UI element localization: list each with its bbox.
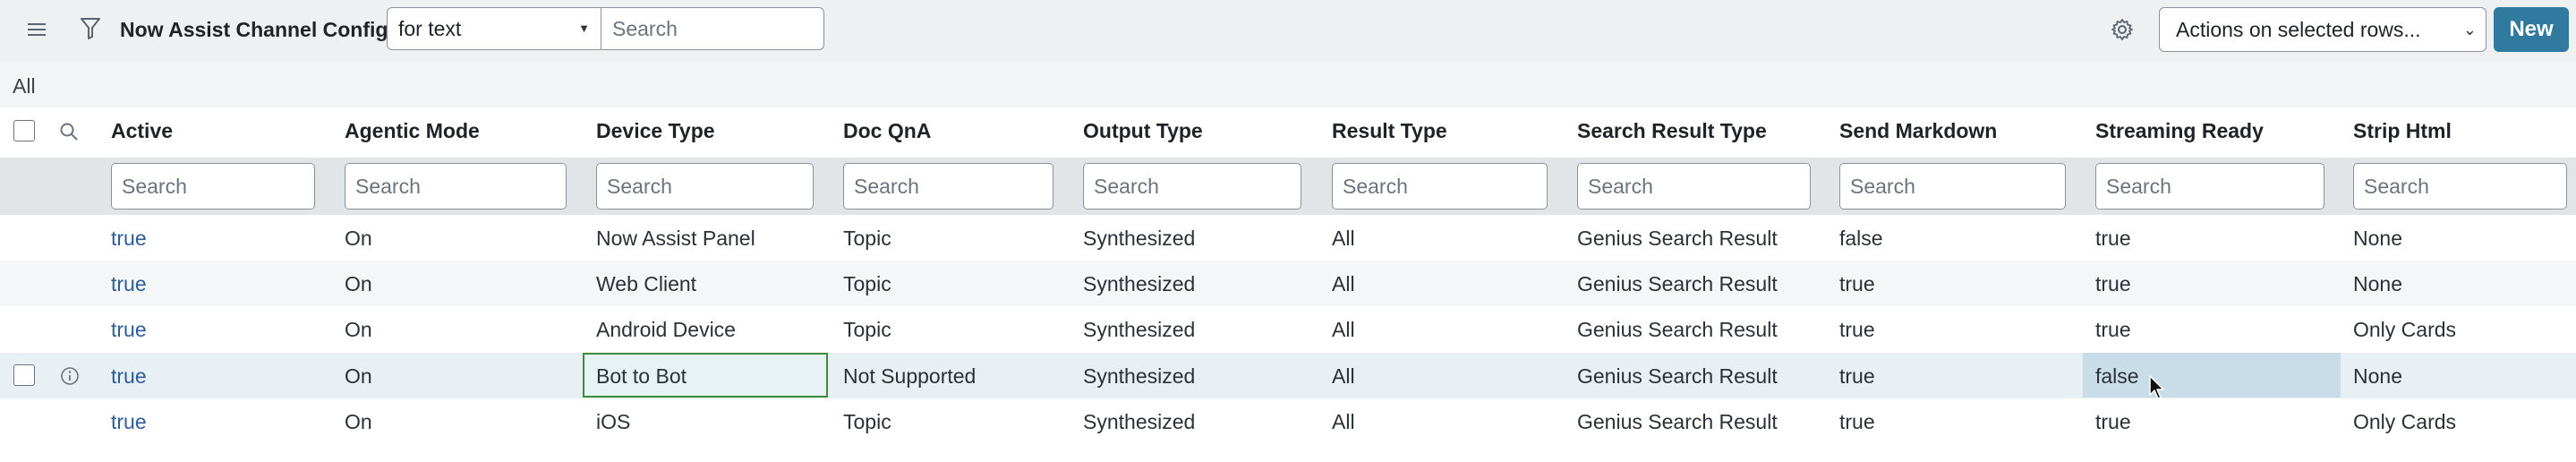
send-markdown-cell[interactable]: true	[1839, 316, 1875, 343]
chevron-down-icon: ⌄	[2462, 21, 2477, 38]
output-type-search-input[interactable]	[1083, 163, 1301, 210]
streaming-ready-cell[interactable]: false	[2095, 363, 2139, 389]
agentic-mode-cell[interactable]: On	[345, 225, 372, 252]
output-type-cell[interactable]: Synthesized	[1083, 316, 1195, 343]
table-row	[0, 306, 2576, 352]
doc-qna-cell[interactable]: Topic	[843, 225, 891, 252]
doc-qna-cell[interactable]: Topic	[843, 408, 891, 435]
new-button[interactable]: New	[2494, 7, 2569, 52]
column-header-send-markdown[interactable]: Send Markdown	[1839, 117, 1997, 144]
send-markdown-cell[interactable]: true	[1839, 408, 1875, 435]
active-cell[interactable]: true	[111, 270, 147, 297]
mouse-cursor-icon	[2148, 374, 2166, 401]
search-result-type-cell[interactable]: Genius Search Result	[1577, 225, 1778, 252]
doc-qna-cell[interactable]: Not Supported	[843, 363, 976, 389]
column-header-strip-html[interactable]: Strip Html	[2353, 117, 2452, 144]
column-header-result-type[interactable]: Result Type	[1332, 117, 1447, 144]
select-all-checkbox[interactable]	[13, 120, 35, 141]
streaming-ready-cell[interactable]: true	[2095, 408, 2131, 435]
streaming-ready-cell[interactable]: true	[2095, 225, 2131, 252]
result-type-search-input[interactable]	[1332, 163, 1548, 210]
streaming-ready-cell[interactable]: true	[2095, 316, 2131, 343]
column-header-search-result-type[interactable]: Search Result Type	[1577, 117, 1767, 144]
actions-select-label: Actions on selected rows...	[2176, 18, 2421, 41]
active-cell[interactable]: true	[111, 225, 147, 252]
info-icon[interactable]	[59, 365, 81, 387]
actions-on-selected-rows-select[interactable]: Actions on selected rows... ⌄	[2159, 7, 2486, 52]
search-field-value: for text	[398, 17, 462, 40]
strip-html-cell[interactable]: None	[2353, 225, 2402, 252]
column-header-streaming-ready[interactable]: Streaming Ready	[2095, 117, 2264, 144]
output-type-cell[interactable]: Synthesized	[1083, 408, 1195, 435]
send-markdown-cell[interactable]: true	[1839, 270, 1875, 297]
strip-html-search-input[interactable]	[2353, 163, 2567, 210]
breadcrumb-bar	[0, 63, 2576, 107]
search-field-select[interactable]: for text ▼	[387, 7, 601, 50]
device-type-cell[interactable]: Now Assist Panel	[596, 225, 755, 252]
list-search-input[interactable]	[601, 7, 824, 50]
gear-icon[interactable]	[2109, 16, 2136, 43]
active-cell[interactable]: true	[111, 363, 147, 389]
search-result-type-cell[interactable]: Genius Search Result	[1577, 270, 1778, 297]
send-markdown-cell[interactable]: true	[1839, 363, 1875, 389]
active-cell[interactable]: true	[111, 316, 147, 343]
table-row	[0, 215, 2576, 261]
column-header-device-type[interactable]: Device Type	[596, 117, 715, 144]
column-header-output-type[interactable]: Output Type	[1083, 117, 1203, 144]
strip-html-cell[interactable]: None	[2353, 270, 2402, 297]
agentic-mode-cell[interactable]: On	[345, 270, 372, 297]
filter-icon[interactable]	[77, 14, 104, 43]
doc-qna-search-input[interactable]	[843, 163, 1053, 210]
table-row	[0, 398, 2576, 444]
search-result-type-search-input[interactable]	[1577, 163, 1811, 210]
agentic-mode-search-input[interactable]	[345, 163, 567, 210]
result-type-cell[interactable]: All	[1332, 270, 1355, 297]
doc-qna-cell[interactable]: Topic	[843, 270, 891, 297]
agentic-mode-cell[interactable]: On	[345, 316, 372, 343]
breadcrumb-all[interactable]: All	[13, 73, 36, 98]
strip-html-cell[interactable]: None	[2353, 363, 2402, 389]
strip-html-cell[interactable]: Only Cards	[2353, 408, 2456, 435]
output-type-cell[interactable]: Synthesized	[1083, 363, 1195, 389]
active-search-input[interactable]	[111, 163, 315, 210]
column-header-agentic-mode[interactable]: Agentic Mode	[345, 117, 480, 144]
result-type-cell[interactable]: All	[1332, 316, 1355, 343]
active-cell[interactable]: true	[111, 408, 147, 435]
device-type-cell[interactable]: Web Client	[596, 270, 696, 297]
streaming-ready-cell[interactable]: true	[2095, 270, 2131, 297]
result-type-cell[interactable]: All	[1332, 363, 1355, 389]
table-row	[0, 261, 2576, 306]
output-type-cell[interactable]: Synthesized	[1083, 225, 1195, 252]
search-result-type-cell[interactable]: Genius Search Result	[1577, 363, 1778, 389]
hamburger-menu-icon[interactable]	[23, 16, 50, 43]
result-type-cell[interactable]: All	[1332, 408, 1355, 435]
search-icon[interactable]	[57, 120, 81, 143]
column-header-doc-qna[interactable]: Doc QnA	[843, 117, 931, 144]
caret-down-icon: ▼	[578, 21, 590, 35]
streaming-ready-search-input[interactable]	[2095, 163, 2324, 210]
agentic-mode-cell[interactable]: On	[345, 408, 372, 435]
page-title: Now Assist Channel Configs	[120, 18, 400, 41]
device-type-search-input[interactable]	[596, 163, 814, 210]
doc-qna-cell[interactable]: Topic	[843, 316, 891, 343]
search-result-type-cell[interactable]: Genius Search Result	[1577, 408, 1778, 435]
output-type-cell[interactable]: Synthesized	[1083, 270, 1195, 297]
send-markdown-search-input[interactable]	[1839, 163, 2066, 210]
agentic-mode-cell[interactable]: On	[345, 363, 372, 389]
strip-html-cell[interactable]: Only Cards	[2353, 316, 2456, 343]
column-header-active[interactable]: Active	[111, 117, 173, 144]
result-type-cell[interactable]: All	[1332, 225, 1355, 252]
row-checkbox[interactable]	[13, 364, 35, 386]
device-type-cell[interactable]: iOS	[596, 408, 630, 435]
send-markdown-cell[interactable]: false	[1839, 225, 1883, 252]
search-result-type-cell[interactable]: Genius Search Result	[1577, 316, 1778, 343]
device-type-cell[interactable]: Bot to Bot	[596, 363, 687, 389]
device-type-cell[interactable]: Android Device	[596, 316, 736, 343]
